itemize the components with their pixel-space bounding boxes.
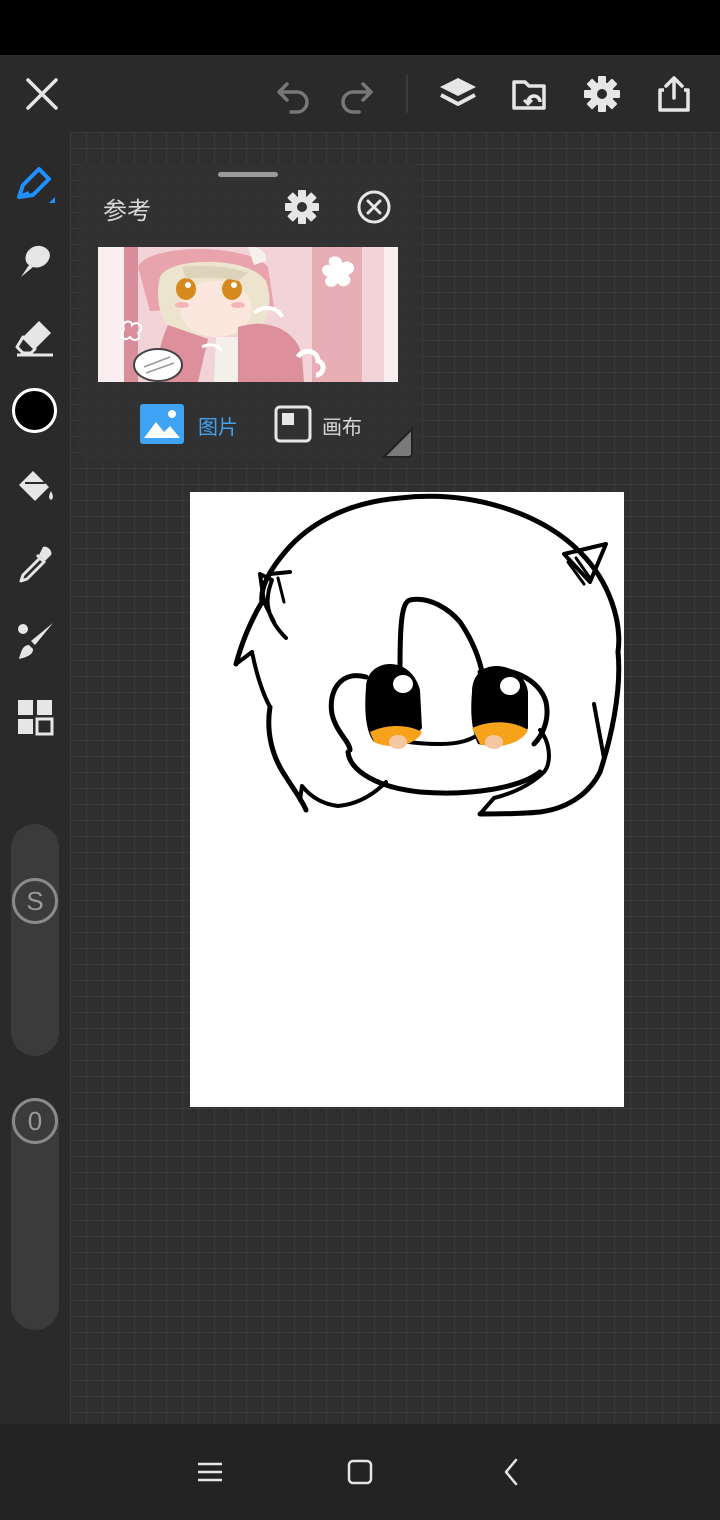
status-bar	[0, 0, 720, 55]
system-nav-bar	[0, 1424, 720, 1520]
pen-tool-button[interactable]	[10, 158, 60, 208]
settings-button[interactable]	[577, 69, 627, 119]
opacity-slider-knob[interactable]: 0	[12, 1098, 58, 1144]
pen-icon	[17, 167, 55, 203]
image-mode-label[interactable]: 图片	[198, 411, 238, 440]
undo-button[interactable]	[268, 69, 318, 119]
top-toolbar	[0, 55, 720, 132]
share-icon	[658, 76, 690, 112]
share-button[interactable]	[649, 69, 699, 119]
open-file-button[interactable]	[505, 69, 555, 119]
back-icon	[504, 1458, 518, 1486]
open-file-icon	[512, 80, 546, 110]
canvas-mode-icon[interactable]	[274, 405, 312, 443]
bucket-icon	[19, 471, 53, 501]
menu-icon	[198, 1462, 222, 1482]
layers-icon	[440, 78, 476, 106]
eraser-tool-button[interactable]	[10, 312, 60, 362]
grid-icon	[18, 700, 54, 736]
panel-drag-handle[interactable]	[218, 172, 278, 177]
bucket-tool-button[interactable]	[10, 462, 60, 512]
smudge-tool-button[interactable]	[10, 236, 60, 286]
settings-icon	[584, 76, 620, 112]
eyedropper-tool-button[interactable]	[10, 540, 60, 590]
redo-icon	[341, 82, 373, 114]
left-toolbar: S 0	[0, 132, 70, 1424]
close-button[interactable]	[17, 69, 67, 119]
redo-button[interactable]	[332, 69, 382, 119]
smudge-icon	[21, 245, 50, 277]
brush-icon	[18, 623, 53, 659]
home-button[interactable]	[340, 1452, 380, 1492]
back-button[interactable]	[492, 1452, 532, 1492]
reference-close-icon[interactable]	[354, 187, 394, 227]
eraser-icon	[15, 321, 53, 357]
reference-settings-icon[interactable]	[282, 187, 322, 227]
home-icon	[347, 1459, 373, 1485]
close-icon	[26, 78, 58, 110]
reference-image[interactable]	[98, 247, 398, 382]
reference-mode-row: 图片 画布	[78, 401, 418, 451]
more-tools-button[interactable]	[10, 692, 60, 742]
size-slider-knob[interactable]: S	[12, 878, 58, 924]
canvas-mode-label[interactable]: 画布	[322, 411, 362, 440]
brush-tool-button[interactable]	[10, 616, 60, 666]
undo-icon	[277, 82, 309, 114]
eyedropper-icon	[19, 546, 52, 583]
color-swatch[interactable]	[12, 388, 57, 433]
reference-artwork	[98, 247, 398, 382]
recent-apps-button[interactable]	[190, 1452, 230, 1492]
chibi-head-drawing	[233, 493, 622, 817]
image-mode-icon[interactable]	[140, 404, 184, 444]
panel-resize-handle[interactable]	[380, 425, 414, 459]
toolbar-divider	[406, 75, 408, 113]
drawing-canvas[interactable]	[190, 492, 624, 1107]
reference-panel-title: 参考	[103, 197, 151, 225]
layers-button[interactable]	[433, 69, 483, 119]
size-slider[interactable]	[11, 824, 59, 1056]
reference-panel[interactable]: 参考 图片 画布	[78, 163, 418, 462]
